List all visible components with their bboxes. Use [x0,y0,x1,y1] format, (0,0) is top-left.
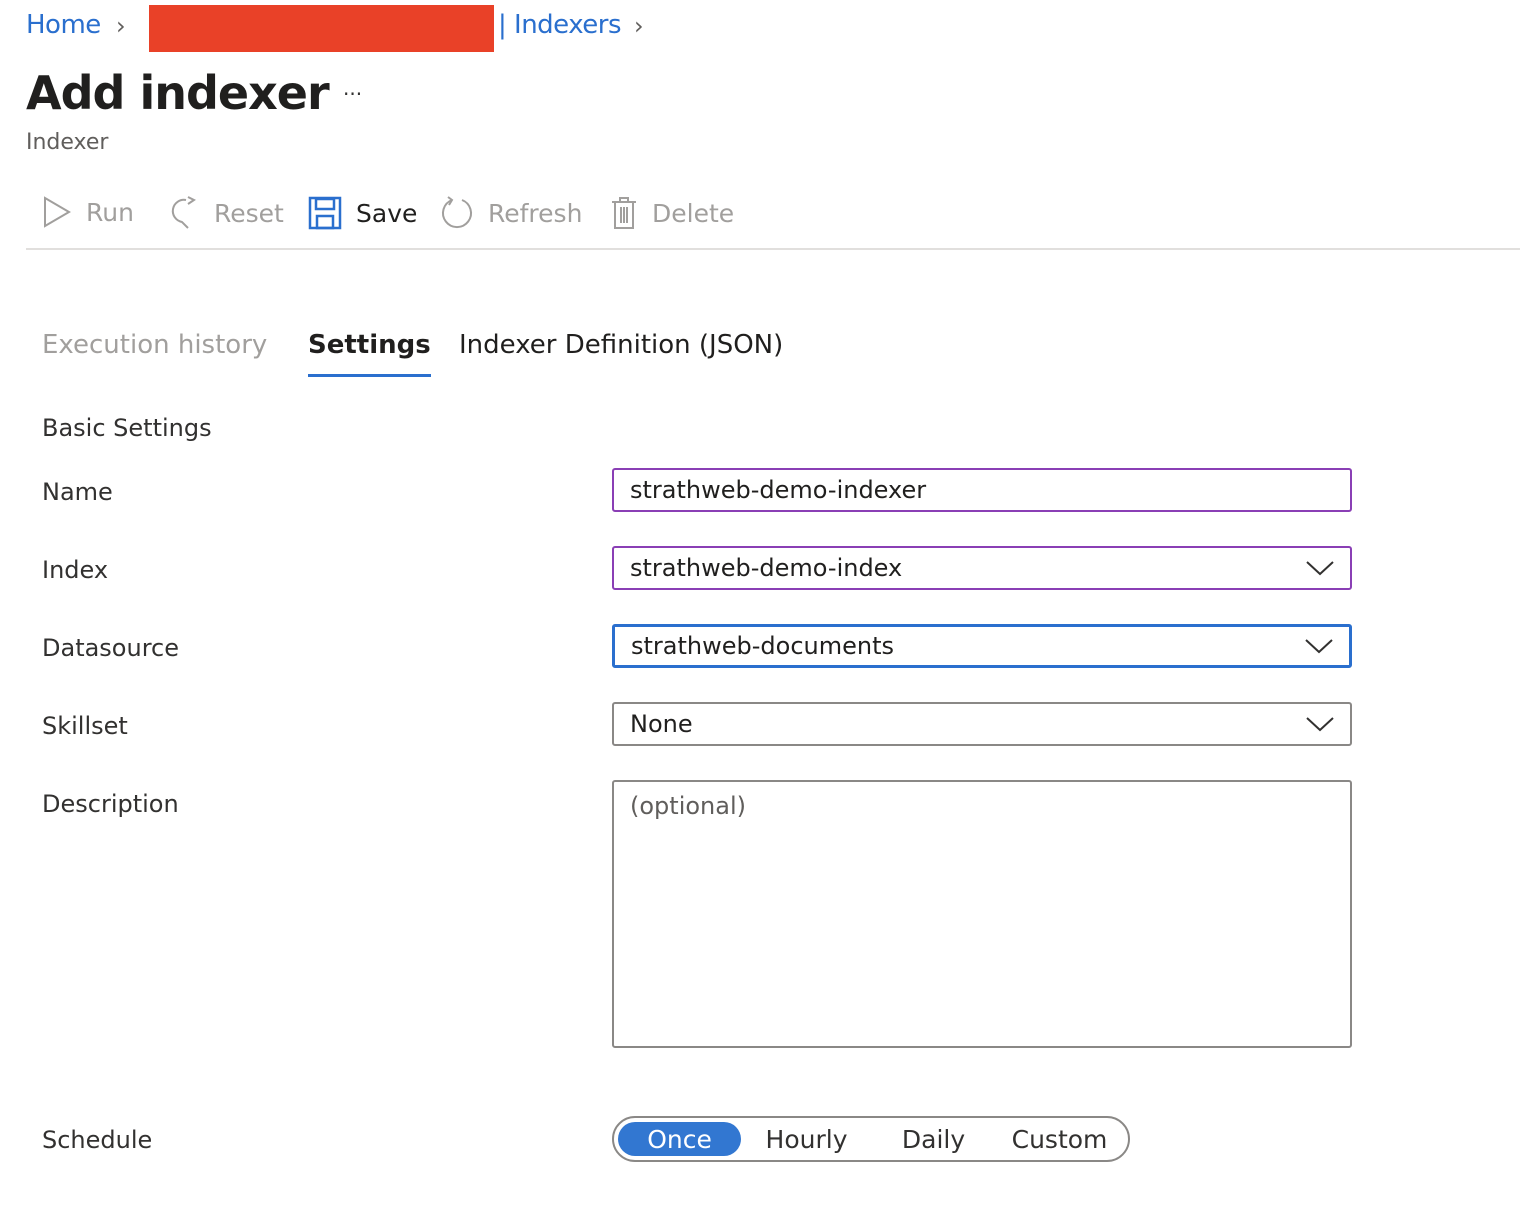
schedule-option-custom[interactable]: Custom [995,1122,1124,1156]
reset-label: Reset [214,198,284,228]
more-options-button[interactable]: ··· [343,82,362,106]
run-button[interactable]: Run [42,196,134,228]
skillset-dropdown[interactable]: None [612,702,1352,746]
tab-indexer-definition[interactable]: Indexer Definition (JSON) [459,330,783,360]
index-value: strathweb-demo-index [630,554,903,582]
refresh-label: Refresh [488,198,583,228]
save-icon [308,196,342,230]
schedule-option-daily[interactable]: Daily [872,1122,995,1156]
name-label: Name [42,478,113,506]
reset-icon [171,196,196,229]
chevron-right-icon: › [634,12,644,40]
page-title: Add indexer [26,66,330,120]
tab-execution-history[interactable]: Execution history [42,330,267,360]
schedule-label: Schedule [42,1126,153,1154]
description-textarea[interactable]: (optional) [612,780,1352,1048]
save-label: Save [356,198,418,228]
save-button[interactable]: Save [308,196,417,230]
chevron-down-icon [1306,561,1334,576]
datasource-value: strathweb-documents [631,632,894,660]
datasource-label: Datasource [42,634,180,662]
play-icon [44,196,71,228]
skillset-value: None [630,710,693,738]
page-subtitle: Indexer [26,130,109,155]
datasource-dropdown[interactable]: strathweb-documents [612,624,1352,668]
name-value: strathweb-demo-indexer [630,476,927,504]
chevron-right-icon: › [116,12,126,40]
description-placeholder: (optional) [630,792,746,820]
redacted-breadcrumb [149,5,494,52]
breadcrumb-indexers[interactable]: | Indexers [498,10,622,40]
index-label: Index [42,556,109,584]
chevron-down-icon [1305,639,1333,654]
delete-button[interactable]: Delete [610,196,734,230]
breadcrumb-home[interactable]: Home [26,10,101,40]
chevron-down-icon [1306,717,1334,732]
description-label: Description [42,790,179,818]
reset-button[interactable]: Reset [170,196,284,230]
tab-settings[interactable]: Settings [308,330,431,377]
schedule-selector: Once Hourly Daily Custom [612,1116,1130,1162]
delete-label: Delete [652,198,735,228]
refresh-button[interactable]: Refresh [440,196,582,230]
schedule-option-hourly[interactable]: Hourly [741,1122,872,1156]
run-label: Run [86,197,134,227]
name-input[interactable]: strathweb-demo-indexer [612,468,1352,512]
section-heading: Basic Settings [42,414,212,442]
refresh-icon [442,196,472,228]
toolbar-divider [26,248,1520,250]
skillset-label: Skillset [42,712,128,740]
schedule-option-once[interactable]: Once [618,1122,742,1156]
trash-icon [612,197,636,229]
index-dropdown[interactable]: strathweb-demo-index [612,546,1352,590]
